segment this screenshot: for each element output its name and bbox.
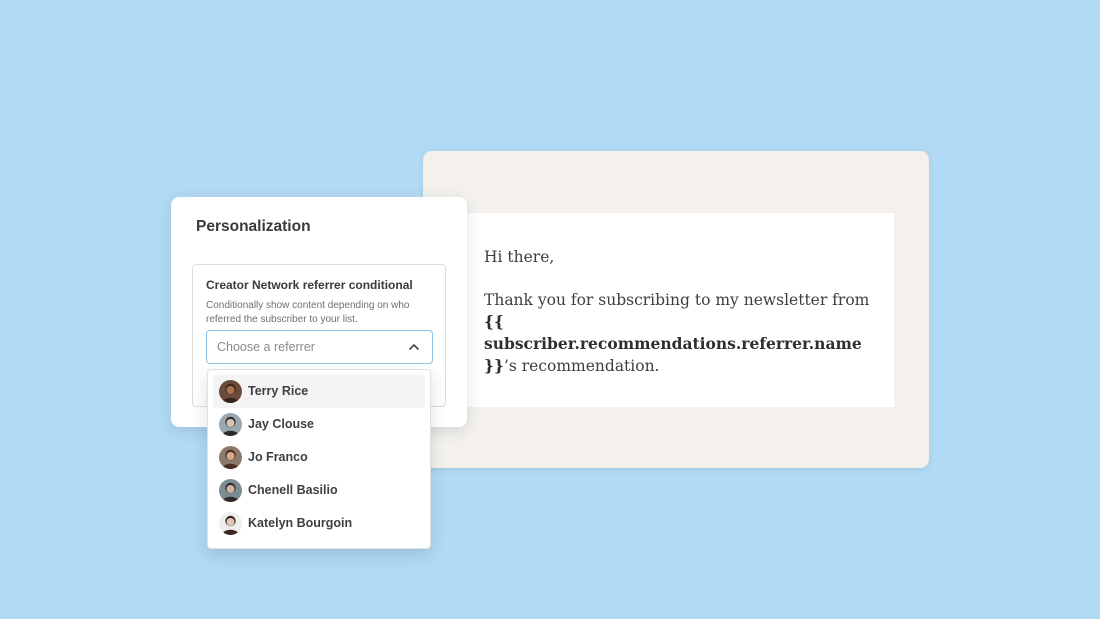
referrer-option[interactable]: Jay Clouse bbox=[213, 408, 425, 441]
panel-title: Personalization bbox=[196, 218, 311, 235]
referrer-option-label: Chenell Basilio bbox=[248, 483, 338, 497]
referrer-option-label: Jo Franco bbox=[248, 450, 308, 464]
block-title: Creator Network referrer conditional bbox=[206, 278, 413, 292]
referrer-select[interactable]: Choose a referrer bbox=[206, 330, 433, 364]
avatar bbox=[219, 479, 242, 502]
avatar bbox=[219, 380, 242, 403]
chevron-up-icon bbox=[406, 339, 422, 355]
email-preview-card: Hi there, Thank you for subscribing to m… bbox=[423, 151, 929, 468]
block-description: Conditionally show content depending on … bbox=[206, 300, 410, 325]
referrer-option-label: Katelyn Bourgoin bbox=[248, 516, 353, 530]
referrer-option-label: Jay Clouse bbox=[248, 417, 315, 431]
referrer-option[interactable]: Jo Franco bbox=[213, 441, 425, 474]
referrer-option[interactable]: Katelyn Bourgoin bbox=[213, 507, 425, 540]
referrer-option[interactable]: Chenell Basilio bbox=[213, 474, 425, 507]
email-text-after: ’s recommendation. bbox=[503, 357, 660, 375]
avatar bbox=[219, 446, 242, 469]
email-paragraph: Thank you for subscribing to my newslett… bbox=[484, 290, 874, 377]
email-greeting: Hi there, bbox=[484, 248, 555, 266]
avatar bbox=[219, 413, 242, 436]
referrer-select-placeholder: Choose a referrer bbox=[217, 340, 315, 354]
referrer-option-label: Terry Rice bbox=[248, 384, 309, 398]
referrer-dropdown: Terry Rice Jay Clouse Jo Franco Chenell Bas… bbox=[207, 369, 431, 549]
email-text-before: Thank you for subscribing to my newslett… bbox=[484, 291, 870, 309]
avatar bbox=[219, 512, 242, 535]
email-body: Hi there, Thank you for subscribing to m… bbox=[463, 213, 894, 407]
referrer-option[interactable]: Terry Rice bbox=[213, 375, 425, 408]
